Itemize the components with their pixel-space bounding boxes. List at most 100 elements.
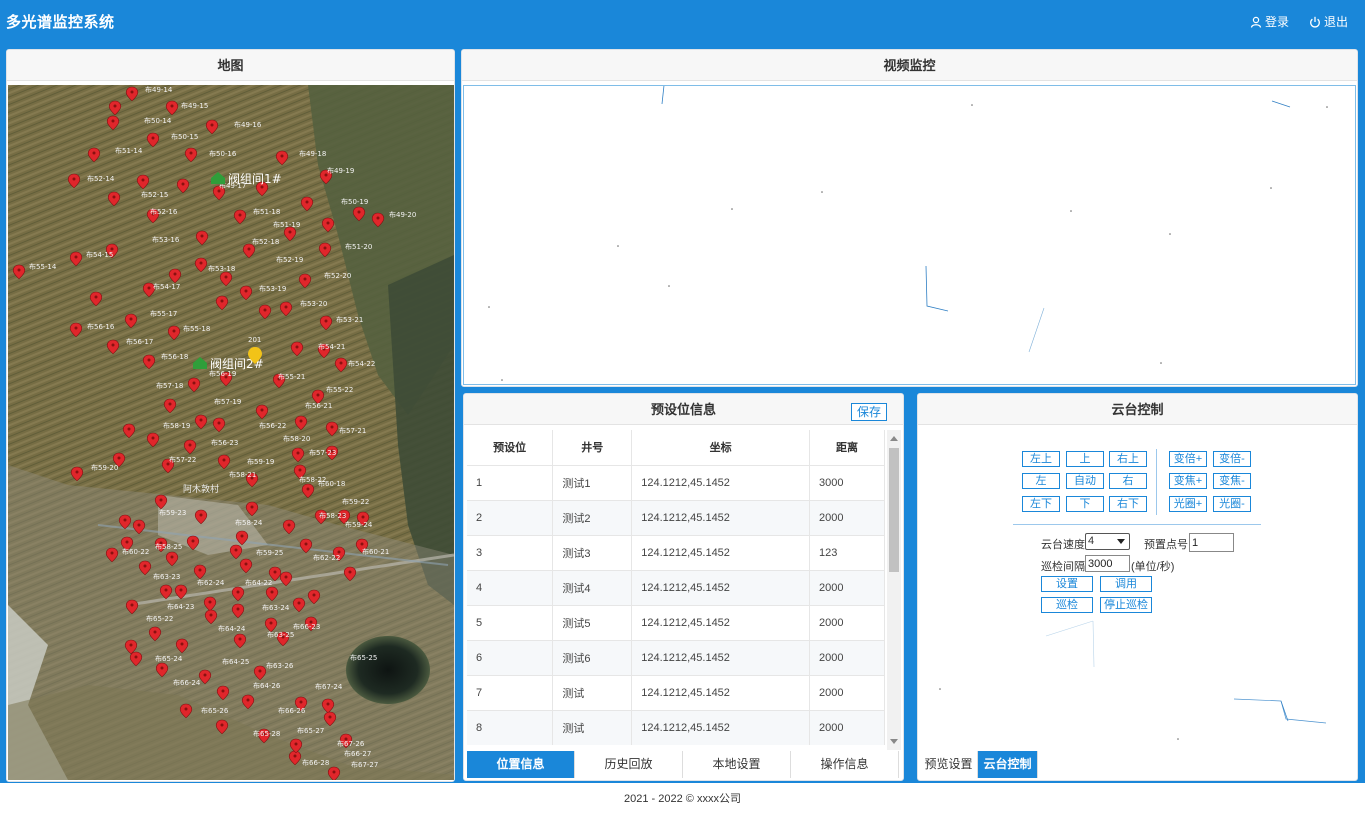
ptz-panel-title: 云台控制	[918, 394, 1357, 425]
focus-in-button[interactable]: 变焦+	[1169, 473, 1207, 489]
ptz-up-left-button[interactable]: 左上	[1022, 451, 1060, 467]
map-marker-dot	[296, 451, 300, 455]
map-marker-dot	[189, 151, 193, 155]
map-marker-label: 布56-16	[87, 322, 115, 331]
map-marker-label: 布52-16	[150, 207, 178, 216]
ptz-up-button[interactable]: 上	[1066, 451, 1104, 467]
map-marker-label: 布58-23	[319, 511, 346, 520]
video-panel: 视频监控	[461, 49, 1358, 387]
table-cell: 测试2	[552, 499, 633, 535]
ptz-down-button[interactable]: 下	[1066, 496, 1104, 512]
map-marker-dot	[199, 261, 203, 265]
table-cell: 2000	[809, 709, 885, 745]
map-marker-label: 布53-20	[300, 299, 327, 308]
login-button[interactable]: 登录	[1250, 13, 1289, 30]
map-marker-dot	[173, 272, 177, 276]
iris-open-button[interactable]: 光圈+	[1169, 496, 1207, 512]
table-cell: 测试	[552, 674, 633, 710]
table-row[interactable]: 6 测试6 124.1212,45.1452 2000	[467, 639, 885, 675]
map-marker-dot	[236, 590, 240, 594]
logout-button[interactable]: 退出	[1309, 13, 1348, 30]
save-button[interactable]: 保存	[850, 403, 887, 421]
table-row[interactable]: 4 测试4 124.1212,45.1452 2000	[467, 569, 885, 605]
table-scrollbar[interactable]	[887, 430, 901, 750]
preset-column-header: 预设位	[467, 430, 554, 465]
table-row[interactable]: 8 测试 124.1212,45.1452 2000	[467, 709, 885, 745]
table-cell: 2000	[809, 569, 885, 605]
map-marker-dot	[203, 673, 207, 677]
table-row[interactable]: 1 测试1 124.1212,45.1452 3000	[467, 464, 885, 500]
preset-table: 预设位 井号 坐标 距离 1 测试1 124.1212,45.1452 3000 2 测试2 12…	[467, 430, 885, 745]
preset-no-input[interactable]	[1189, 533, 1234, 552]
map-marker-dot	[305, 200, 309, 204]
map-marker-label: 布65-26	[201, 706, 229, 715]
map-marker-dot	[295, 345, 299, 349]
scroll-up-arrow-icon[interactable]	[890, 436, 898, 441]
map-marker-label: 布56-17	[126, 337, 153, 346]
tab-local-settings[interactable]: 本地设置	[683, 751, 791, 778]
ptz-down-left-button[interactable]: 左下	[1022, 496, 1060, 512]
table-row[interactable]: 2 测试2 124.1212,45.1452 2000	[467, 499, 885, 535]
zoom-out-button[interactable]: 变倍-	[1213, 451, 1251, 467]
speed-select[interactable]: 4	[1085, 533, 1130, 550]
set-preset-button[interactable]: 设置	[1041, 576, 1093, 592]
map-canvas[interactable]: 布49-14 布49-15 布50-14 布49-16 布50-15 布51-14 布50-…	[8, 85, 454, 780]
map-marker-dot	[111, 343, 115, 347]
tab-preview-settings[interactable]: 预览设置	[920, 751, 978, 778]
call-preset-button[interactable]: 调用	[1100, 576, 1152, 592]
table-cell: 测试	[552, 709, 633, 745]
footer-copyright: 2021 - 2022 © xxxx公司	[624, 793, 741, 805]
map-marker-label: 布57-19	[214, 397, 241, 406]
map-marker-dot	[238, 637, 242, 641]
zoom-in-button[interactable]: 变倍+	[1169, 451, 1207, 467]
table-cell: 124.1212,45.1452	[631, 534, 811, 570]
map-marker-dot	[209, 613, 213, 617]
table-cell: 124.1212,45.1452	[631, 464, 811, 500]
table-cell: 3	[467, 534, 554, 570]
ptz-auto-button[interactable]: 自动	[1066, 473, 1104, 489]
ptz-down-right-button[interactable]: 右下	[1109, 496, 1147, 512]
tab-operation-info[interactable]: 操作信息	[791, 751, 899, 778]
preset-column-header: 井号	[552, 430, 633, 465]
map-marker-label: 布57-22	[169, 455, 196, 464]
map-marker-dot	[172, 329, 176, 333]
scroll-thumb[interactable]	[889, 448, 899, 572]
table-row[interactable]: 7 测试 124.1212,45.1452 2000	[467, 674, 885, 710]
table-row[interactable]: 5 测试5 124.1212,45.1452 2000	[467, 604, 885, 640]
map-marker-dot	[280, 154, 284, 158]
map-marker-label: 布52-15	[141, 190, 168, 199]
iris-close-button[interactable]: 光圈-	[1213, 496, 1251, 512]
map-marker-label: 布59-20	[91, 463, 118, 472]
map-marker-dot	[287, 523, 291, 527]
map-marker-label: 布49-14	[145, 85, 173, 94]
map-marker-dot	[360, 542, 364, 546]
satellite-map[interactable]: 布49-14 布49-15 布50-14 布49-16 布50-15 布51-14 布50-…	[8, 85, 454, 780]
table-cell: 3000	[809, 464, 885, 500]
map-marker-dot	[184, 707, 188, 711]
map-marker-dot	[294, 742, 298, 746]
map-marker-label: 布50-19	[341, 197, 368, 206]
table-cell: 124.1212,45.1452	[631, 604, 811, 640]
tab-location-info[interactable]: 位置信息	[467, 751, 575, 778]
scroll-down-arrow-icon[interactable]	[890, 739, 898, 744]
map-marker-label: 布65-28	[253, 729, 280, 738]
video-viewport[interactable]	[463, 75, 1356, 385]
ptz-left-button[interactable]: 左	[1022, 473, 1060, 489]
map-marker-dot	[199, 513, 203, 517]
map-marker-dot	[168, 402, 172, 406]
map-marker-label: 布59-19	[247, 457, 274, 466]
map-marker-label: 布55-17	[150, 309, 177, 318]
ptz-up-right-button[interactable]: 右上	[1109, 451, 1147, 467]
patrol-interval-input[interactable]	[1085, 555, 1130, 572]
map-marker-label: 布62-24	[197, 578, 225, 587]
focus-out-button[interactable]: 变焦-	[1213, 473, 1251, 489]
map-marker-dot	[303, 277, 307, 281]
table-cell: 2000	[809, 604, 885, 640]
map-marker-dot	[236, 607, 240, 611]
map-marker-label: 布56-23	[211, 438, 238, 447]
tab-history-playback[interactable]: 历史回放	[575, 751, 683, 778]
tab-ptz-control[interactable]: 云台控制	[978, 751, 1038, 778]
ptz-right-button[interactable]: 右	[1109, 473, 1147, 489]
map-marker-dot	[111, 119, 115, 123]
table-row[interactable]: 3 测试3 124.1212,45.1452 123	[467, 534, 885, 570]
